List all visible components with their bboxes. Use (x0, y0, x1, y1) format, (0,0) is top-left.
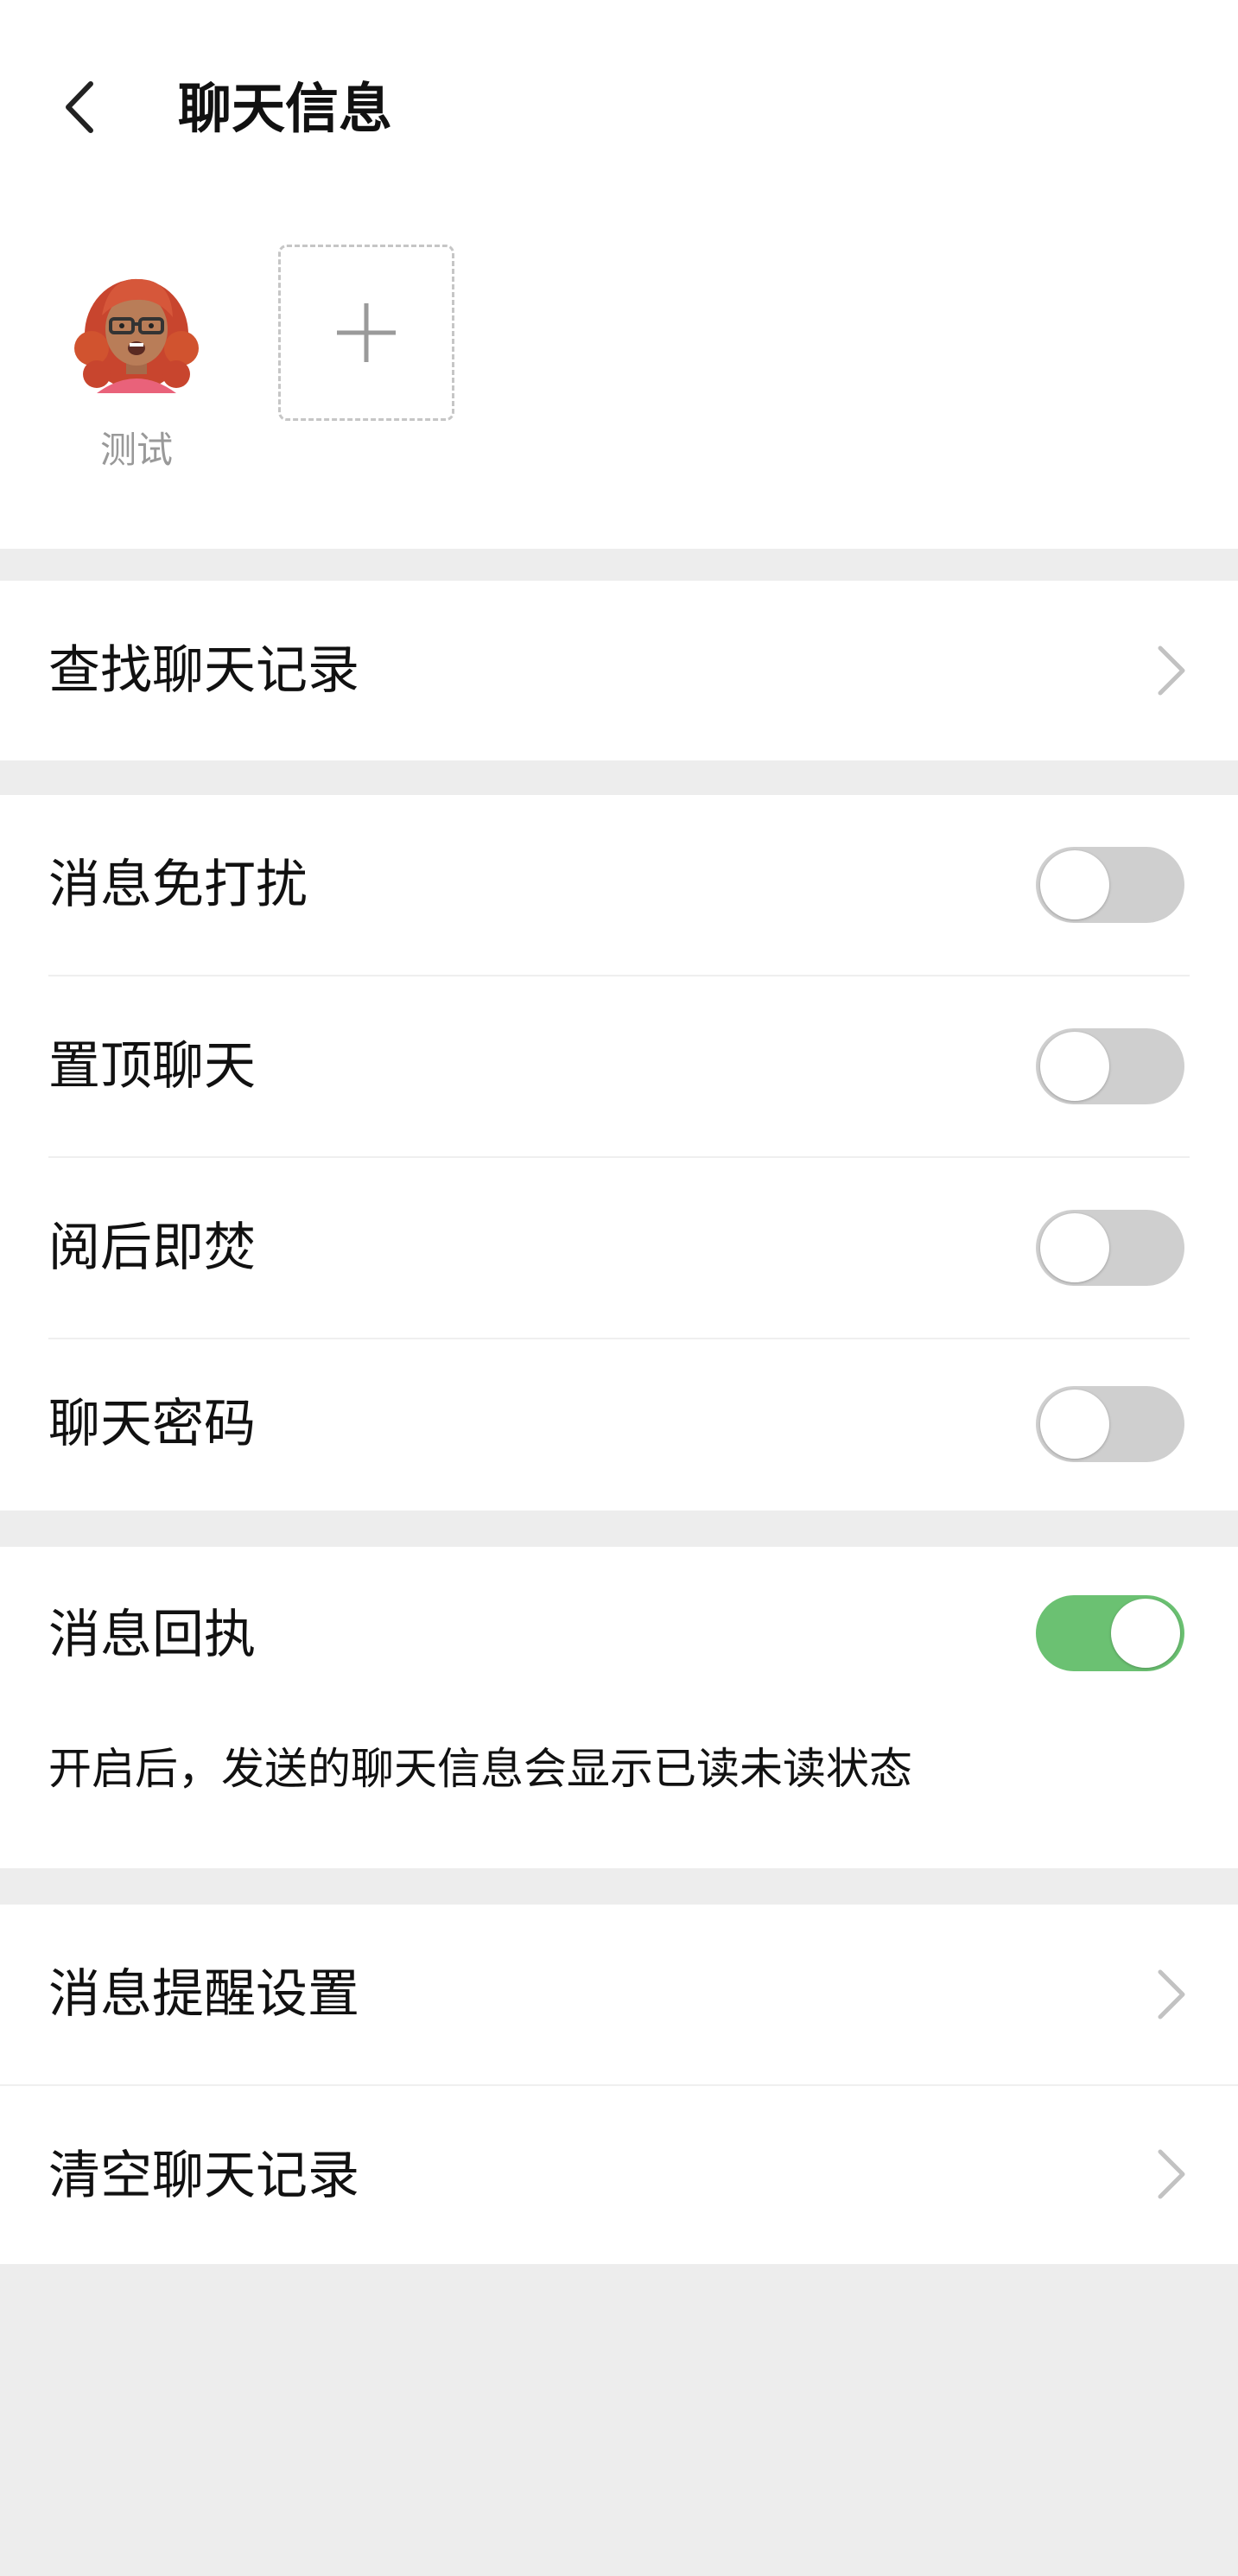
burn-after-read-label: 阅后即焚 (48, 1218, 256, 1278)
plus-icon (337, 303, 396, 362)
notification-settings-label: 消息提醒设置 (48, 1964, 359, 2025)
header-bar: 聊天信息 (0, 0, 1238, 220)
chat-password-toggle[interactable] (1036, 1386, 1184, 1462)
search-history-row[interactable]: 查找聊天记录 (0, 581, 1238, 760)
chat-password-label: 聊天密码 (48, 1394, 256, 1454)
read-receipt-toggle[interactable] (1036, 1595, 1184, 1671)
add-member-button[interactable] (278, 245, 454, 421)
chevron-right-icon (1158, 1969, 1185, 2019)
mute-label: 消息免打扰 (48, 855, 308, 915)
toggle-knob (1040, 1390, 1109, 1459)
toggle-row-pin: 置顶聊天 (0, 976, 1238, 1156)
read-receipt-section: 消息回执 开启后，发送的聊天信息会显示已读未读状态 (0, 1547, 1238, 1868)
chat-info-page: 聊天信息 测试 查找聊天记录 消息免打扰 置顶聊天 阅后即焚 聊天密码 消息回执… (0, 0, 1238, 2576)
back-button[interactable] (45, 73, 114, 142)
toggles-section: 消息免打扰 置顶聊天 阅后即焚 聊天密码 (0, 795, 1238, 1511)
member-name: 测试 (99, 429, 173, 471)
chevron-right-icon (1158, 646, 1185, 696)
toggle-knob (1040, 1032, 1109, 1101)
member-item[interactable]: 测试 (71, 262, 202, 474)
notification-settings-row[interactable]: 消息提醒设置 (0, 1905, 1238, 2084)
clear-history-row[interactable]: 清空聊天记录 (0, 2086, 1238, 2264)
back-arrow-icon (66, 81, 93, 133)
members-area: 测试 (0, 220, 1238, 549)
read-receipt-hint: 开启后，发送的聊天信息会显示已读未读状态 (48, 1744, 912, 1794)
toggle-row-burn: 阅后即焚 (0, 1158, 1238, 1338)
search-history-label: 查找聊天记录 (48, 640, 359, 701)
read-receipt-label: 消息回执 (48, 1605, 256, 1665)
toggle-row-password: 聊天密码 (0, 1339, 1238, 1511)
burn-after-read-toggle[interactable] (1036, 1210, 1184, 1286)
toggle-knob (1040, 1213, 1109, 1282)
toggle-knob (1040, 850, 1109, 919)
bottom-section: 消息提醒设置 清空聊天记录 (0, 1905, 1238, 2264)
page-title: 聊天信息 (178, 77, 393, 140)
toggle-knob (1111, 1599, 1180, 1668)
pin-chat-label: 置顶聊天 (48, 1036, 256, 1097)
clear-history-label: 清空聊天记录 (48, 2146, 359, 2206)
toggle-row-mute: 消息免打扰 (0, 795, 1238, 975)
pin-chat-toggle[interactable] (1036, 1028, 1184, 1104)
avatar (74, 278, 199, 393)
chevron-right-icon (1158, 2149, 1185, 2199)
search-history-section: 查找聊天记录 (0, 581, 1238, 760)
mute-toggle[interactable] (1036, 847, 1184, 923)
